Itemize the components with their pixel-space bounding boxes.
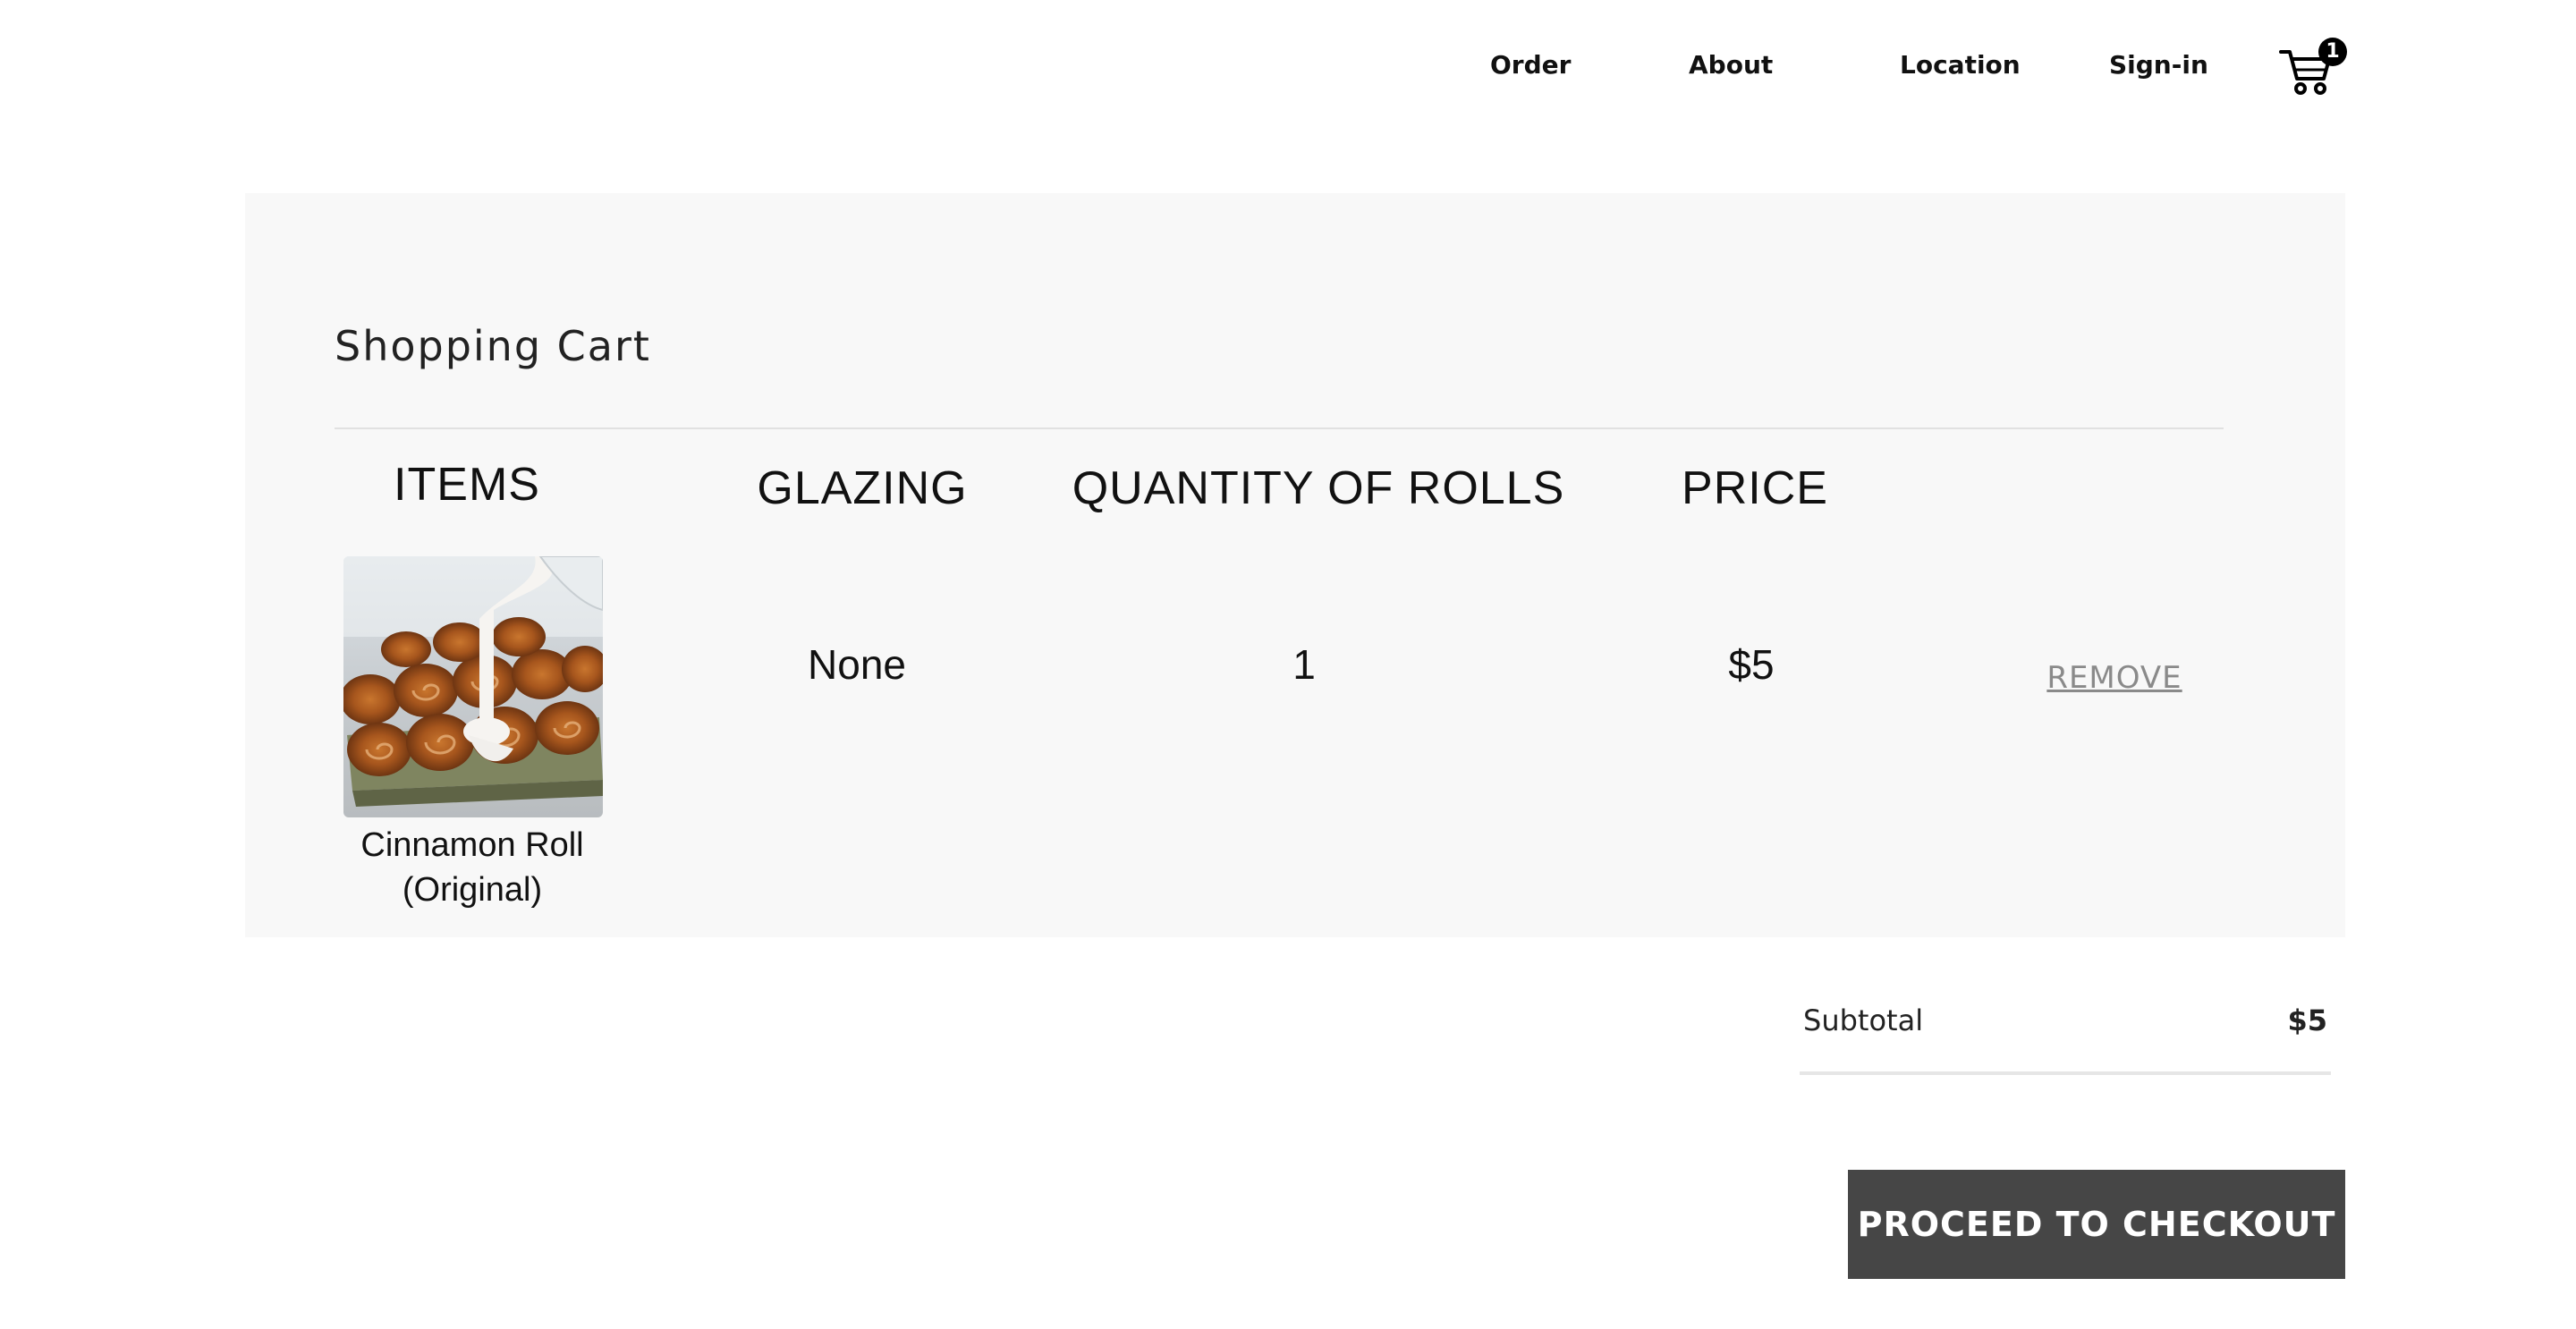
subtotal-value: $5 [2287, 1003, 2327, 1037]
subtotal-label: Subtotal [1803, 1003, 1924, 1037]
item-glazing: None [808, 641, 906, 688]
column-header-price: PRICE [1682, 462, 1828, 514]
title-divider [335, 427, 2224, 429]
top-nav: Order About Location Sign-in 1 [0, 0, 2576, 134]
item-name: Cinnamon Roll (Original) [311, 823, 633, 912]
item-name-line-1: Cinnamon Roll [360, 826, 584, 864]
page-title: Shopping Cart [335, 322, 651, 370]
subtotal-divider [1800, 1071, 2331, 1075]
cart-button[interactable]: 1 [2279, 38, 2347, 100]
item-price: $5 [1728, 641, 1775, 688]
nav-order-link[interactable]: Order [1490, 50, 1571, 80]
nav-sign-in-link[interactable]: Sign-in [2109, 50, 2208, 80]
item-name-line-2: (Original) [402, 871, 543, 909]
shopping-cart-panel: Shopping Cart ITEMS GLAZING QUANTITY OF … [245, 193, 2345, 937]
remove-item-link[interactable]: REMOVE [2046, 660, 2182, 696]
cart-count-badge: 1 [2318, 38, 2347, 66]
cinnamon-roll-photo [343, 556, 603, 817]
item-quantity: 1 [1292, 641, 1316, 688]
nav-about-link[interactable]: About [1689, 50, 1773, 80]
column-header-quantity: QUANTITY OF ROLLS [1072, 462, 1565, 514]
nav-location-link[interactable]: Location [1900, 50, 2021, 80]
proceed-to-checkout-button[interactable]: PROCEED TO CHECKOUT [1848, 1170, 2345, 1279]
column-header-items: ITEMS [394, 459, 540, 511]
column-header-glazing: GLAZING [757, 462, 968, 514]
